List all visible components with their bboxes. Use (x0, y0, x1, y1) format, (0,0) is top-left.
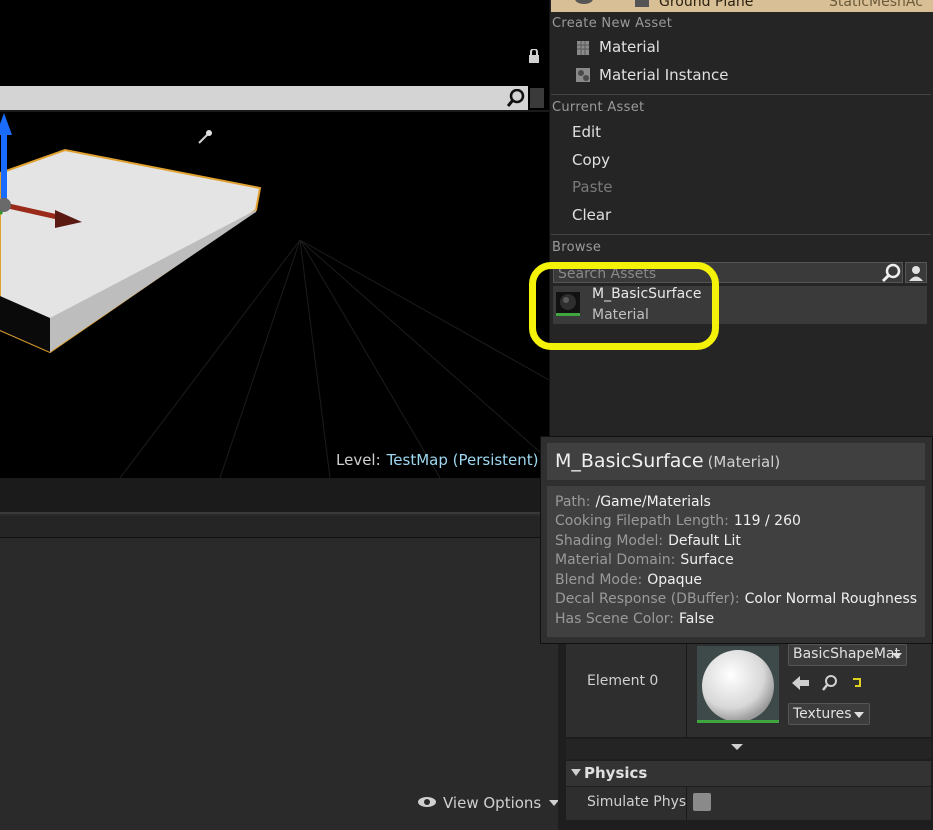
level-label: Level: TestMap (Persistent) (336, 451, 539, 469)
tooltip-value: Opaque (647, 572, 703, 588)
search-icon[interactable] (506, 88, 525, 111)
tooltip-value: /Game/Materials (595, 494, 711, 510)
expand-arrow-icon[interactable] (731, 744, 743, 750)
tooltip-asset-kind: (Material) (707, 453, 781, 471)
tooltip-row: Material Domain: Surface (555, 552, 734, 568)
tooltip-row: Decal Response (DBuffer): Color Normal Ro… (555, 591, 917, 607)
paste-menu-item[interactable]: Paste (572, 178, 613, 196)
outliner-row-ground-plane[interactable]: Ground Plane StaticMeshAc (551, 0, 933, 12)
content-panel (0, 478, 558, 830)
user-filter-icon[interactable] (905, 262, 927, 283)
simulate-physics-label: Simulate Physi (587, 794, 687, 810)
material-icon (576, 40, 592, 56)
element-label: Element 0 (587, 673, 659, 689)
panel-divider (0, 110, 558, 112)
current-asset-header: Current Asset (552, 100, 645, 115)
use-selected-arrow-icon[interactable] (791, 673, 811, 693)
panel-tab-strip (0, 478, 558, 514)
light-source-icon (198, 130, 212, 144)
tooltip-row: Path:/Game/Materials (555, 494, 711, 510)
browse-header: Browse (552, 240, 602, 255)
material-combo-label: BasicShapeMat (793, 646, 901, 662)
material-combo[interactable]: BasicShapeMat (788, 644, 907, 666)
advanced-expand-row[interactable] (566, 739, 931, 759)
physics-category-header[interactable]: Physics (566, 761, 931, 786)
tooltip-title: M_BasicSurface (Material) (555, 450, 780, 472)
reset-arrow-icon[interactable] (847, 673, 867, 693)
tooltip-key: Material Domain: (555, 552, 676, 568)
simulate-physics-checkbox[interactable] (693, 793, 711, 811)
tooltip-key: Path: (555, 494, 591, 510)
menu-separator (551, 234, 931, 235)
search-icon[interactable] (881, 263, 901, 287)
create-new-asset-header: Create New Asset (552, 16, 673, 31)
material-instance-icon (575, 67, 591, 83)
tooltip-row: Blend Mode: Opaque (555, 572, 702, 588)
tooltip-key: Blend Mode: (555, 572, 643, 588)
view-options-button[interactable]: View Options (417, 794, 560, 812)
create-material-instance-item[interactable]: Material Instance (599, 66, 729, 84)
level-name: TestMap (Persistent) (386, 451, 539, 469)
textures-dropdown[interactable]: Textures (788, 703, 870, 725)
textures-label: Textures (793, 706, 852, 722)
create-material-item[interactable]: Material (599, 38, 660, 56)
edit-menu-item[interactable]: Edit (572, 123, 601, 141)
level-prefix: Level: (336, 451, 381, 469)
highlight-annotation (529, 262, 719, 350)
tooltip-asset-name: M_BasicSurface (555, 450, 704, 472)
static-mesh-icon (635, 0, 649, 7)
chevron-down-icon (854, 712, 864, 718)
row-divider (686, 640, 687, 738)
collapse-triangle-icon (571, 769, 581, 776)
tooltip-value: Default Lit (668, 533, 741, 549)
chevron-down-icon (892, 653, 902, 659)
menu-separator (551, 94, 931, 95)
viewport-scene (0, 113, 549, 478)
clear-menu-item[interactable]: Clear (572, 206, 611, 224)
tooltip-row: Shading Model: Default Lit (555, 533, 741, 549)
tooltip-key: Has Scene Color: (555, 611, 675, 627)
panel-toolbar (0, 516, 558, 538)
tooltip-value: 119 / 260 (733, 513, 801, 529)
tooltip-row: Cooking Filepath Length: 119 / 260 (555, 513, 801, 529)
outliner-item-type: StaticMeshAc (829, 0, 923, 10)
tooltip-value: Color Normal Roughness (744, 591, 918, 607)
material-thumbnail[interactable] (697, 646, 779, 723)
eye-icon[interactable] (575, 0, 593, 4)
tooltip-value: False (679, 611, 715, 627)
panel-scroll-edge (530, 88, 544, 108)
view-options-label: View Options (443, 794, 542, 812)
tooltip-key: Cooking Filepath Length: (555, 513, 729, 529)
outliner-item-name: Ground Plane (659, 0, 754, 10)
physics-header-label: Physics (584, 764, 648, 782)
tooltip-key: Decal Response (DBuffer): (555, 591, 740, 607)
tooltip-key: Shading Model: (555, 533, 664, 549)
browse-search-icon[interactable] (820, 673, 840, 693)
tooltip-row: Has Scene Color: False (555, 611, 714, 627)
lock-icon[interactable] (528, 48, 540, 63)
tooltip-value: Surface (680, 552, 734, 568)
copy-menu-item[interactable]: Copy (572, 151, 610, 169)
level-viewport[interactable]: Level: TestMap (Persistent) (0, 0, 549, 478)
eye-icon (417, 794, 437, 812)
panel-search-input[interactable] (0, 86, 528, 110)
